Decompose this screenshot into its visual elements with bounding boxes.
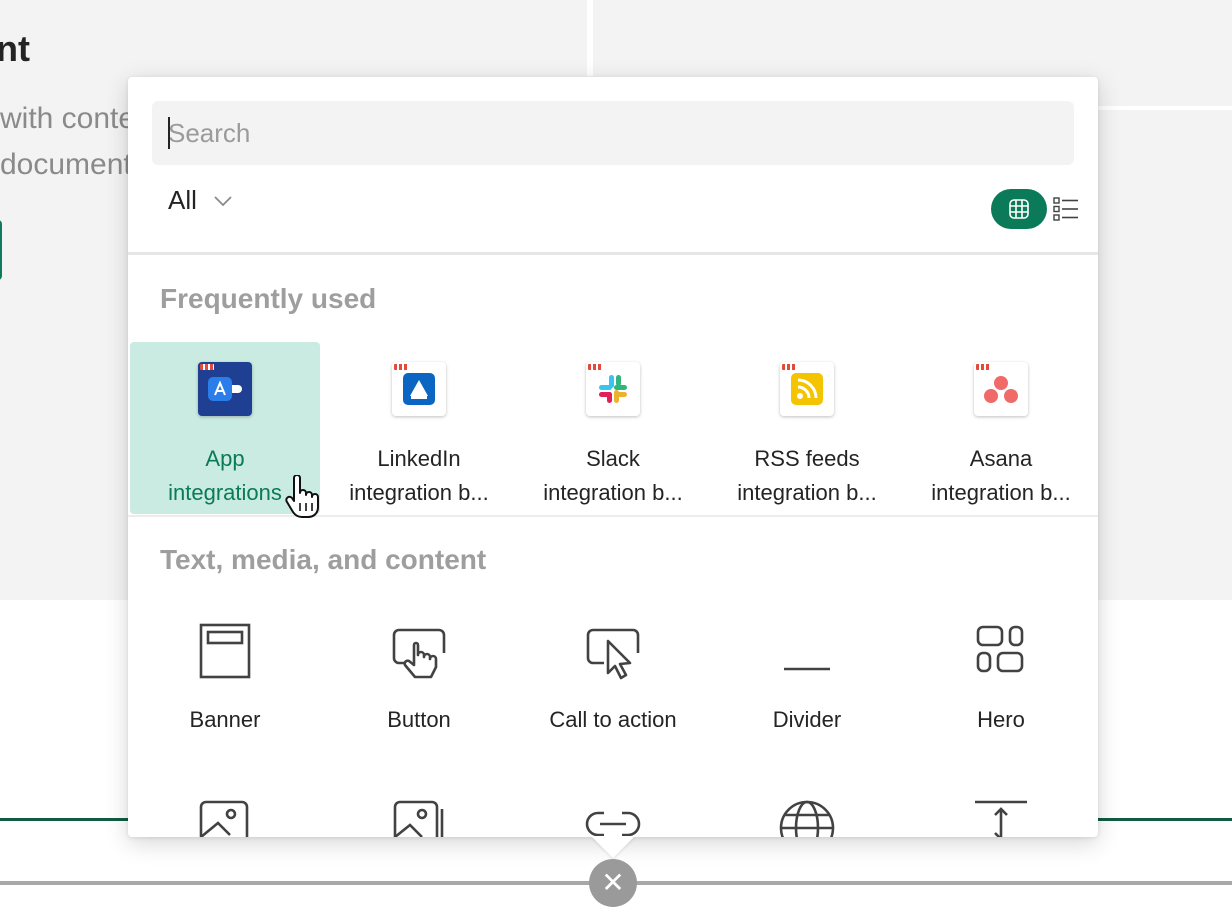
tile-label-line-2: integrations [168, 480, 282, 505]
page-description: with conte document [0, 96, 135, 188]
close-picker-button[interactable]: ✕ [589, 859, 637, 907]
spacer-icon[interactable] [972, 799, 1030, 837]
tile-label: Asana integration b... [913, 442, 1089, 510]
section-separator [128, 515, 1098, 517]
tile-label: App integrations [137, 442, 313, 510]
search-input[interactable] [152, 101, 1074, 165]
tile-app-integrations[interactable]: App integrations [130, 342, 320, 514]
tile-label-line-2: integration b... [931, 480, 1071, 505]
grid-view-button[interactable] [991, 189, 1047, 229]
list-view-icon[interactable] [1052, 195, 1080, 223]
call-to-action-icon [586, 628, 640, 680]
tile-label-line-2: integration b... [543, 480, 683, 505]
image-icon[interactable] [198, 799, 250, 837]
button-icon [392, 628, 446, 679]
divider-icon [784, 667, 830, 671]
web-part-label: Divider [772, 707, 842, 732]
tile-label-line-1: Slack [586, 446, 640, 471]
tile-label: RSS feeds integration b... [719, 442, 895, 510]
web-part-picker: All Frequently used [128, 77, 1098, 837]
section-title-text-media: Text, media, and content [160, 544, 487, 575]
web-part-label: Hero [977, 707, 1025, 732]
section-line-left [0, 818, 128, 821]
web-part-label: Call to action [549, 707, 677, 732]
section-divider [1098, 106, 1232, 110]
web-part-divider[interactable]: Divider [712, 603, 902, 753]
tile-label-line-2: integration b... [737, 480, 877, 505]
web-part-label: Banner [189, 707, 261, 732]
rss-icon [780, 362, 834, 416]
tile-slack-integration[interactable]: Slack integration b... [518, 342, 708, 514]
tile-label-line-1: LinkedIn [377, 446, 461, 471]
tile-label: LinkedIn integration b... [331, 442, 507, 510]
tile-label-line-1: App [205, 446, 245, 471]
close-icon: ✕ [601, 867, 625, 898]
grid-icon [1009, 199, 1029, 219]
tile-asana-integration[interactable]: Asana integration b... [906, 342, 1096, 514]
category-filter-dropdown[interactable]: All [168, 185, 233, 216]
web-part-banner[interactable]: Banner [130, 603, 320, 753]
banner-icon [199, 623, 251, 679]
linkedin-icon [392, 362, 446, 416]
tile-label-line-1: RSS feeds [754, 446, 860, 471]
column-divider [587, 0, 593, 76]
category-filter-value: All [168, 185, 197, 215]
search-box[interactable] [152, 101, 1074, 165]
header-separator [128, 252, 1098, 255]
image-gallery-icon[interactable] [392, 799, 446, 837]
app-integrations-icon [198, 362, 252, 416]
hero-icon [976, 625, 1024, 673]
slack-icon [586, 362, 640, 416]
link-icon[interactable] [584, 807, 642, 837]
page-primary-button[interactable] [0, 220, 2, 280]
web-part-call-to-action[interactable]: Call to action [518, 603, 708, 753]
section-line-right [1098, 818, 1232, 821]
tile-label-line-1: Asana [969, 446, 1033, 471]
web-part-label: Button [387, 707, 451, 732]
text-caret [168, 117, 170, 149]
section-title-frequently-used: Frequently used [160, 283, 377, 314]
globe-icon[interactable] [778, 799, 836, 837]
web-part-hero[interactable]: Hero [906, 603, 1096, 753]
tile-rss-feeds-integration[interactable]: RSS feeds integration b... [712, 342, 902, 514]
tile-label: Slack integration b... [525, 442, 701, 510]
page-heading: nt [0, 28, 30, 69]
chevron-down-icon [214, 195, 232, 206]
tile-linkedin-integration[interactable]: LinkedIn integration b... [324, 342, 514, 514]
page-description-line-2: document [0, 148, 132, 181]
asana-icon [974, 362, 1028, 416]
panel-pointer [591, 836, 635, 858]
tile-label-line-2: integration b... [349, 480, 489, 505]
web-part-button[interactable]: Button [324, 603, 514, 753]
page-description-line-1: with conte [0, 102, 136, 135]
